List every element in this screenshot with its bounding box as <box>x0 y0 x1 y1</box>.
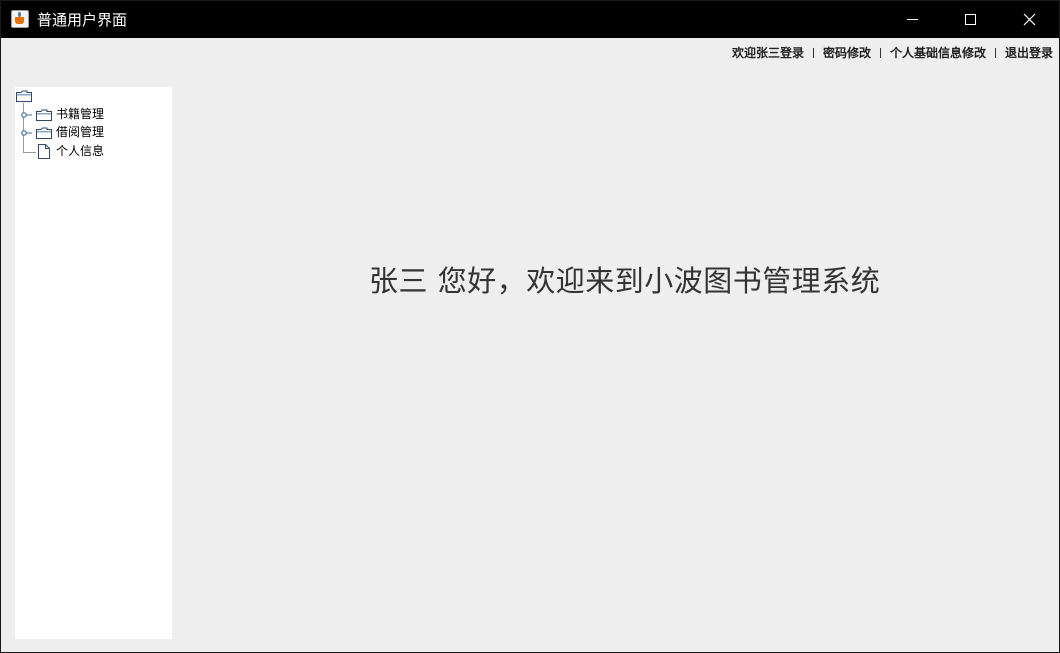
app-window: 普通用户界面 欢迎张三登录 密码修改 个人基础信息修改 退出登录 书籍管理 借阅… <box>0 0 1060 653</box>
tree-item-borrow-management[interactable]: 借阅管理 <box>56 125 104 140</box>
minimize-button[interactable] <box>883 1 941 38</box>
navigation-tree[interactable]: 书籍管理 借阅管理 个人信息 <box>15 87 172 639</box>
link-separator <box>994 47 996 58</box>
tree-root-folder-icon[interactable] <box>16 90 32 102</box>
link-separator <box>879 47 881 58</box>
welcome-message: 张三 您好，欢迎来到小波图书管理系统 <box>369 264 881 298</box>
tree-item-personal-info[interactable]: 个人信息 <box>56 144 104 159</box>
tree-connector-line <box>23 152 36 153</box>
maximize-icon <box>965 14 976 25</box>
logout-link[interactable]: 退出登录 <box>1005 44 1053 61</box>
user-menu-links: 欢迎张三登录 密码修改 个人基础信息修改 退出登录 <box>732 44 1053 61</box>
close-icon <box>1023 13 1036 26</box>
minimize-icon <box>907 19 918 20</box>
folder-icon <box>36 127 52 139</box>
window-title: 普通用户界面 <box>37 11 128 29</box>
expand-handle-icon[interactable] <box>20 129 32 137</box>
welcome-user-link[interactable]: 欢迎张三登录 <box>732 44 804 61</box>
java-app-icon <box>11 10 29 28</box>
title-bar[interactable]: 普通用户界面 <box>1 1 1059 38</box>
link-separator <box>812 47 814 58</box>
edit-profile-link[interactable]: 个人基础信息修改 <box>890 44 986 61</box>
file-icon <box>38 144 50 159</box>
tree-item-book-management[interactable]: 书籍管理 <box>56 107 104 122</box>
expand-handle-icon[interactable] <box>20 111 32 119</box>
close-button[interactable] <box>1001 1 1059 38</box>
maximize-button[interactable] <box>941 1 999 38</box>
change-password-link[interactable]: 密码修改 <box>823 44 871 61</box>
folder-icon <box>36 109 52 121</box>
